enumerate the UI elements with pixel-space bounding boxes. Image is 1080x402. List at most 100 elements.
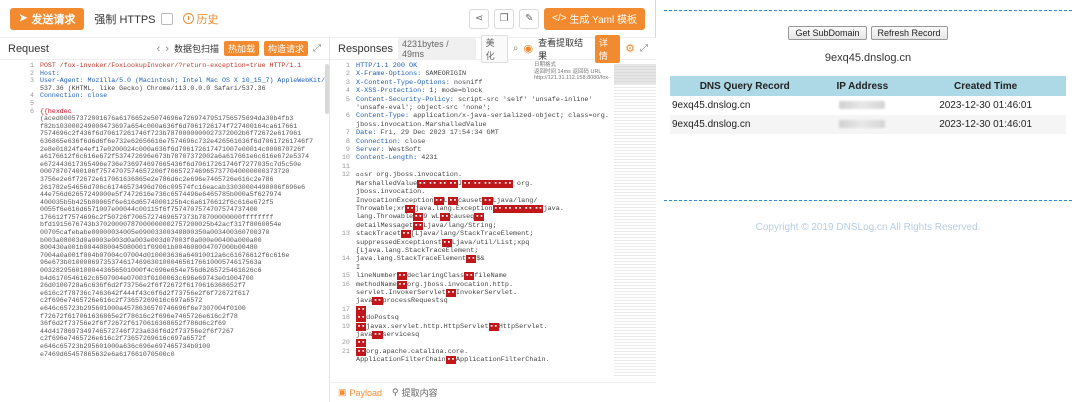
code-line: 17 ▪▪ bbox=[330, 305, 656, 314]
expand-icon[interactable]: ⤢ bbox=[640, 43, 648, 54]
column-header: DNS Query Record bbox=[670, 76, 820, 96]
code-text: Date: Fri, 29 Dec 2023 17:54:34 GMT bbox=[356, 129, 499, 138]
line-number bbox=[0, 214, 40, 222]
code-line: jboss.invocation.MarshalledValue bbox=[330, 121, 656, 129]
line-number: 20 bbox=[341, 339, 350, 348]
binary-marker: ▪▪ bbox=[447, 196, 458, 205]
force-https-checkbox[interactable] bbox=[160, 12, 173, 25]
history-button[interactable]: 历史 bbox=[182, 11, 219, 27]
packet-scan-button[interactable]: 数据包扫描 bbox=[174, 42, 219, 55]
hex-text: e646c65723b295601000a636c696e697465734b0… bbox=[40, 342, 211, 350]
hex-text: 400035b5b425b00065f6e616d6574000125b4c6a… bbox=[40, 198, 274, 206]
next-arrow-icon[interactable]: › bbox=[165, 43, 169, 55]
tab-extract[interactable]: ⚲ 提取内容 bbox=[392, 386, 438, 399]
code-line: 4 Connection: close bbox=[0, 92, 329, 100]
hex-text: b003a08003d0a0003e003d0a003e003d07003f0a… bbox=[40, 236, 262, 244]
binary-marker: ▪▪ bbox=[356, 314, 367, 323]
code-line: jboss.invocation. bbox=[330, 188, 656, 196]
hex-line: e646c65723b295601000a636c696e697465734b0… bbox=[0, 343, 329, 351]
binary-marker: ▪▪ bbox=[472, 179, 483, 188]
edit-icon[interactable]: ✎ bbox=[519, 8, 540, 29]
hex-line: f72672f617061636865e2f78616c2f696e746572… bbox=[0, 313, 329, 321]
hex-line: 36f6d2f73756e2f6f72672f6170616368652f786… bbox=[0, 320, 329, 328]
line-number bbox=[0, 252, 40, 260]
generate-yaml-button[interactable]: </> 生成 Yaml 模板 bbox=[544, 7, 645, 30]
hex-line: f82b103000249000473697a654c000a636f6d706… bbox=[0, 123, 329, 131]
code-text: X-Content-Type-Options: nosniff bbox=[356, 78, 483, 87]
redacted-ip bbox=[839, 120, 886, 129]
hot-reload-button[interactable]: 热加载 bbox=[223, 41, 259, 56]
request-editor[interactable]: 1 POST /fox-invoker/FoxLookupInvoker/?ret… bbox=[0, 60, 329, 402]
prev-arrow-icon[interactable]: ‹ bbox=[157, 43, 161, 55]
code-icon: </> bbox=[552, 13, 570, 24]
line-number: 5 bbox=[345, 95, 350, 104]
code-text: ▪▪org.apache.catalina.core. bbox=[356, 347, 469, 356]
hex-text: c2f696e7465726e616c2f73657269616c697a657… bbox=[40, 335, 207, 343]
hex-text: 176612f7574696c2f50726f7065727469657373b… bbox=[40, 213, 274, 221]
send-request-button[interactable]: ➤ 发送请求 bbox=[10, 7, 85, 30]
hex-text: 3756e2e6f72672e617061636865e2e786d6c2e69… bbox=[40, 175, 274, 183]
table-header-row: DNS Query Record IP Address Created Time bbox=[670, 76, 1066, 96]
send-request-label: 发送请求 bbox=[31, 13, 76, 26]
code-text: jboss.invocation. bbox=[356, 188, 426, 197]
code-text: X-Frame-Options: SAMEORIGIN bbox=[356, 70, 467, 79]
line-number bbox=[0, 313, 40, 321]
settings-icon[interactable]: ⚙ bbox=[625, 42, 635, 55]
force-https-toggle[interactable]: 强制 HTTPS bbox=[94, 11, 173, 27]
binary-marker: ▪▪ bbox=[356, 347, 367, 356]
expand-icon[interactable]: ⤢ bbox=[313, 43, 321, 54]
beautify-button[interactable]: 美化 bbox=[480, 34, 508, 63]
table-row: 9exq45.dnslog.cn 2023-12-30 01:46:01 bbox=[670, 96, 1066, 115]
hex-text: 26d0100728a6c636f6d2f73756e2f6f72672f617… bbox=[40, 282, 246, 290]
line-number bbox=[330, 356, 356, 364]
line-number bbox=[0, 123, 40, 131]
hex-text: f72672f617061636865e2f78616c2f696e746572… bbox=[40, 312, 238, 320]
search-icon[interactable]: ⌕ bbox=[513, 43, 519, 54]
build-request-button[interactable]: 构造请求 bbox=[263, 41, 308, 56]
code-line: ApplicationFilterChain▪▪ApplicationFilte… bbox=[330, 356, 656, 365]
code-text: java▪▪servicesq bbox=[356, 331, 420, 339]
code-line: 4 X-XSS-Protection: 1; mode=block bbox=[330, 87, 656, 95]
hex-line: 7574696c2f436f6d70617261746f723b78700000… bbox=[0, 130, 329, 138]
binary-marker: ▪▪ bbox=[356, 305, 367, 314]
request-scrollbar[interactable] bbox=[325, 64, 329, 114]
code-text: I bbox=[356, 263, 361, 272]
history-label: 历史 bbox=[196, 13, 219, 26]
get-subdomain-button[interactable]: Get SubDomain bbox=[788, 26, 867, 40]
hex-line: 261782e54656d706c61746573496d706c09574fc… bbox=[0, 184, 329, 192]
extract-icon: ⚲ bbox=[392, 387, 399, 397]
hex-line: 00078707400106f7574707574657206f70657274… bbox=[0, 168, 329, 176]
code-text: java.lang.StackTraceElement▪▪$& bbox=[356, 255, 485, 264]
line-number: 1 bbox=[30, 62, 34, 69]
refresh-record-button[interactable]: Refresh Record bbox=[870, 26, 948, 40]
line-number: 3 bbox=[30, 77, 34, 85]
response-editor[interactable]: 1 HTTP/1.1 200 OK 2 X-Frame-Options: SAMEOR… bbox=[330, 60, 656, 402]
line-number: 2 bbox=[30, 69, 34, 77]
binary-marker: ▪▪ bbox=[445, 288, 456, 297]
hex-line: 0055f6e616d6571007e00044c00115f6f7574707… bbox=[0, 206, 329, 214]
copy-icon[interactable]: ❐ bbox=[494, 8, 515, 29]
detail-button[interactable]: 详情 bbox=[594, 34, 621, 63]
column-header: IP Address bbox=[819, 76, 906, 96]
code-line: 5 bbox=[0, 100, 329, 108]
view-extract-button[interactable]: 查看提取结果 bbox=[538, 36, 590, 62]
line-number: 3 bbox=[345, 78, 350, 87]
binary-marker: ▪▪ bbox=[492, 204, 503, 213]
binary-marker: ▪▪ bbox=[396, 272, 407, 281]
code-text: ▪▪ bbox=[356, 305, 656, 314]
code-line: 11 bbox=[330, 163, 656, 171]
code-line: 537.36 (KHTML, like Gecko) Chrome/113.0.… bbox=[0, 85, 329, 93]
line-number: 19 bbox=[341, 322, 350, 331]
code-text: servlet.InvokerServlet▪▪InvokerServlet. bbox=[356, 288, 518, 297]
binary-marker: ▪▪ bbox=[466, 255, 477, 264]
line-number bbox=[0, 206, 40, 214]
tab-payload[interactable]: ▣ Payload bbox=[338, 387, 382, 398]
share-icon[interactable]: ⋖ bbox=[469, 8, 490, 29]
code-line: java▪▪servicesq bbox=[330, 331, 656, 339]
response-minimap[interactable] bbox=[614, 64, 656, 376]
hex-text: 44d4178697349746572746f723a636f6d2f73756… bbox=[40, 327, 234, 335]
request-pane: Request ‹ › 数据包扫描 热加载 构造请求 ⤢ 1 POST /fox-… bbox=[0, 38, 330, 402]
code-line: java▪▪processRequestsq bbox=[330, 297, 656, 306]
code-text: Host: bbox=[40, 69, 64, 77]
line-number bbox=[330, 264, 356, 272]
